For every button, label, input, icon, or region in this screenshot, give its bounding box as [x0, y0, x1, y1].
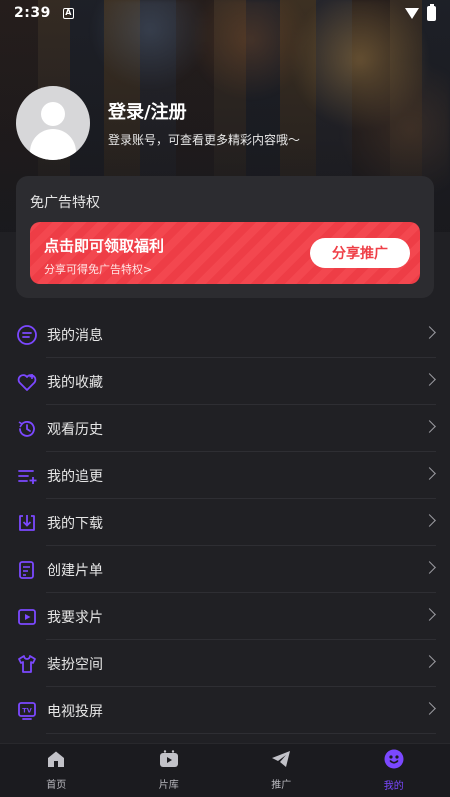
- chevron-right-icon: [423, 561, 436, 574]
- menu-label: 我的消息: [47, 327, 103, 344]
- battery-icon: [427, 3, 436, 21]
- menu-list: 我的消息 我的收藏 观看历史 我的追更 我的下载 创建片单 我要求片 装扮空间 …: [0, 311, 450, 734]
- avatar-head-shape: [41, 102, 65, 126]
- chevron-right-icon: [423, 702, 436, 715]
- share-promote-button[interactable]: 分享推广: [310, 238, 410, 268]
- library-icon: [159, 750, 179, 772]
- wifi-icon: [405, 7, 419, 19]
- login-register-link[interactable]: 登录/注册: [108, 98, 300, 124]
- chevron-right-icon: [423, 467, 436, 480]
- tab-library[interactable]: 片库: [113, 744, 226, 797]
- menu-item-request-video[interactable]: 我要求片: [0, 593, 450, 640]
- paper-plane-icon: [271, 750, 291, 772]
- tab-label: 推广: [271, 780, 292, 791]
- menu-label: 电视投屏: [47, 703, 103, 720]
- chevron-right-icon: [423, 326, 436, 339]
- menu-label: 创建片单: [47, 562, 103, 579]
- menu-item-following[interactable]: 我的追更: [0, 452, 450, 499]
- history-icon: [16, 418, 38, 440]
- svg-text:TV: TV: [22, 706, 31, 714]
- bottom-tab-bar: 首页 片库 推广 我的: [0, 743, 450, 797]
- banner-main-text: 点击即可领取福利: [44, 237, 165, 255]
- avatar-body-shape: [30, 129, 76, 160]
- ad-free-card: 免广告特权 点击即可领取福利 分享可得免广告特权> 分享推广: [16, 176, 434, 298]
- menu-item-tv-cast[interactable]: TV 电视投屏: [0, 687, 450, 734]
- tab-promote[interactable]: 推广: [225, 744, 338, 797]
- ad-free-banner[interactable]: 点击即可领取福利 分享可得免广告特权> 分享推广: [30, 222, 420, 284]
- message-icon: [16, 324, 38, 346]
- tab-label: 首页: [46, 780, 67, 791]
- avatar[interactable]: [16, 86, 90, 160]
- notification-icon: A: [62, 7, 74, 19]
- menu-label: 装扮空间: [47, 656, 103, 673]
- chevron-right-icon: [423, 514, 436, 527]
- tab-label: 片库: [158, 780, 179, 791]
- menu-item-create-playlist[interactable]: 创建片单: [0, 546, 450, 593]
- ad-card-title: 免广告特权: [30, 195, 100, 211]
- menu-item-history[interactable]: 观看历史: [0, 405, 450, 452]
- profile-section[interactable]: 登录/注册 登录账号，可查看更多精彩内容哦～: [16, 86, 300, 160]
- menu-label: 我要求片: [47, 609, 103, 626]
- shirt-icon: [16, 653, 38, 675]
- menu-item-favorites[interactable]: 我的收藏: [0, 358, 450, 405]
- menu-item-messages[interactable]: 我的消息: [0, 311, 450, 358]
- banner-sub-link[interactable]: 分享可得免广告特权>: [44, 261, 152, 277]
- chevron-right-icon: [423, 373, 436, 386]
- menu-label: 我的收藏: [47, 374, 103, 391]
- playlist-icon: [16, 559, 38, 581]
- menu-item-downloads[interactable]: 我的下载: [0, 499, 450, 546]
- heart-icon: [16, 371, 38, 393]
- tab-mine[interactable]: 我的: [338, 744, 450, 797]
- menu-label: 我的追更: [47, 468, 103, 485]
- menu-label: 观看历史: [47, 421, 103, 438]
- download-icon: [16, 512, 38, 534]
- tv-icon: TV: [16, 700, 38, 722]
- chevron-right-icon: [423, 608, 436, 621]
- menu-item-dressup[interactable]: 装扮空间: [0, 640, 450, 687]
- tab-home[interactable]: 首页: [0, 744, 113, 797]
- chevron-right-icon: [423, 655, 436, 668]
- status-bar: 2:39 A: [0, 0, 450, 26]
- menu-label: 我的下载: [47, 515, 103, 532]
- home-icon: [46, 750, 66, 772]
- chevron-right-icon: [423, 420, 436, 433]
- request-icon: [16, 606, 38, 628]
- follow-list-icon: [16, 465, 38, 487]
- status-time: 2:39: [14, 5, 51, 21]
- login-hint: 登录账号，可查看更多精彩内容哦～: [108, 133, 301, 147]
- profile-icon: [384, 749, 404, 773]
- tab-label: 我的: [383, 781, 404, 792]
